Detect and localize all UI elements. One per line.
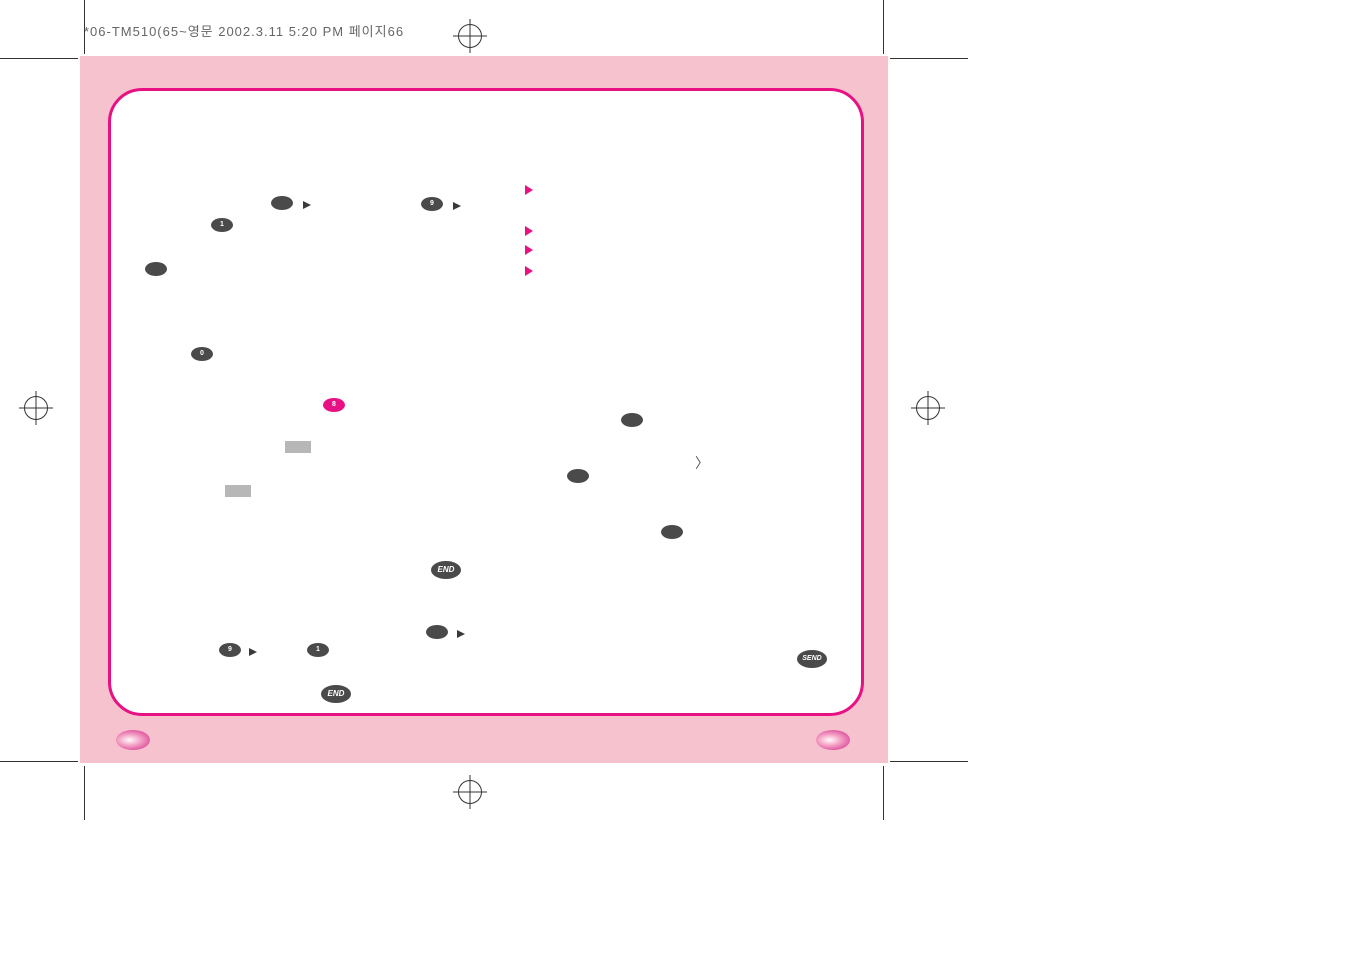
page-tab-icon: [116, 730, 150, 750]
crop-mark: [883, 766, 884, 820]
crop-mark: [84, 766, 85, 820]
crop-mark: [890, 761, 968, 762]
bullet-triangle-icon: [525, 245, 533, 255]
page-canvas: *06-TM510(65~영문 2002.3.11 5:20 PM 페이지66 …: [0, 0, 1351, 954]
phone-key-icon: [567, 469, 589, 483]
end-key-icon: END: [431, 561, 461, 579]
bullet-triangle-icon: [525, 266, 533, 276]
phone-key-icon: [426, 625, 448, 639]
phone-key-icon: [271, 196, 293, 210]
bullet-triangle-icon: [525, 185, 533, 195]
phone-key-icon: 9: [421, 197, 443, 211]
content-panel: 9 1 0 8 〉 END 9 1 END SEND: [108, 88, 864, 716]
phone-key-icon: [145, 262, 167, 276]
arrow-right-icon: [457, 630, 465, 638]
registration-mark-icon: [458, 24, 482, 48]
crop-mark: [0, 761, 78, 762]
page-tab-icon: [816, 730, 850, 750]
arrow-right-icon: [249, 648, 257, 656]
highlight-box: [225, 485, 251, 497]
phone-key-icon: 8: [323, 398, 345, 412]
phone-key-icon: [661, 525, 683, 539]
registration-mark-icon: [916, 396, 940, 420]
phone-key-icon: 9: [219, 643, 241, 657]
crop-mark: [890, 58, 968, 59]
bullet-triangle-icon: [525, 226, 533, 236]
highlight-box: [285, 441, 311, 453]
phone-key-icon: 1: [307, 643, 329, 657]
end-key-icon: END: [321, 685, 351, 703]
angle-right-icon: 〉: [695, 453, 709, 473]
crop-mark: [84, 0, 85, 54]
registration-mark-icon: [24, 396, 48, 420]
registration-mark-icon: [458, 780, 482, 804]
print-slug: *06-TM510(65~영문 2002.3.11 5:20 PM 페이지66: [84, 21, 404, 40]
send-key-icon: SEND: [797, 650, 827, 668]
phone-key-icon: 0: [191, 347, 213, 361]
crop-mark: [0, 58, 78, 59]
crop-mark: [883, 0, 884, 54]
phone-key-icon: 1: [211, 218, 233, 232]
arrow-right-icon: [453, 202, 461, 210]
arrow-right-icon: [303, 201, 311, 209]
phone-key-icon: [621, 413, 643, 427]
